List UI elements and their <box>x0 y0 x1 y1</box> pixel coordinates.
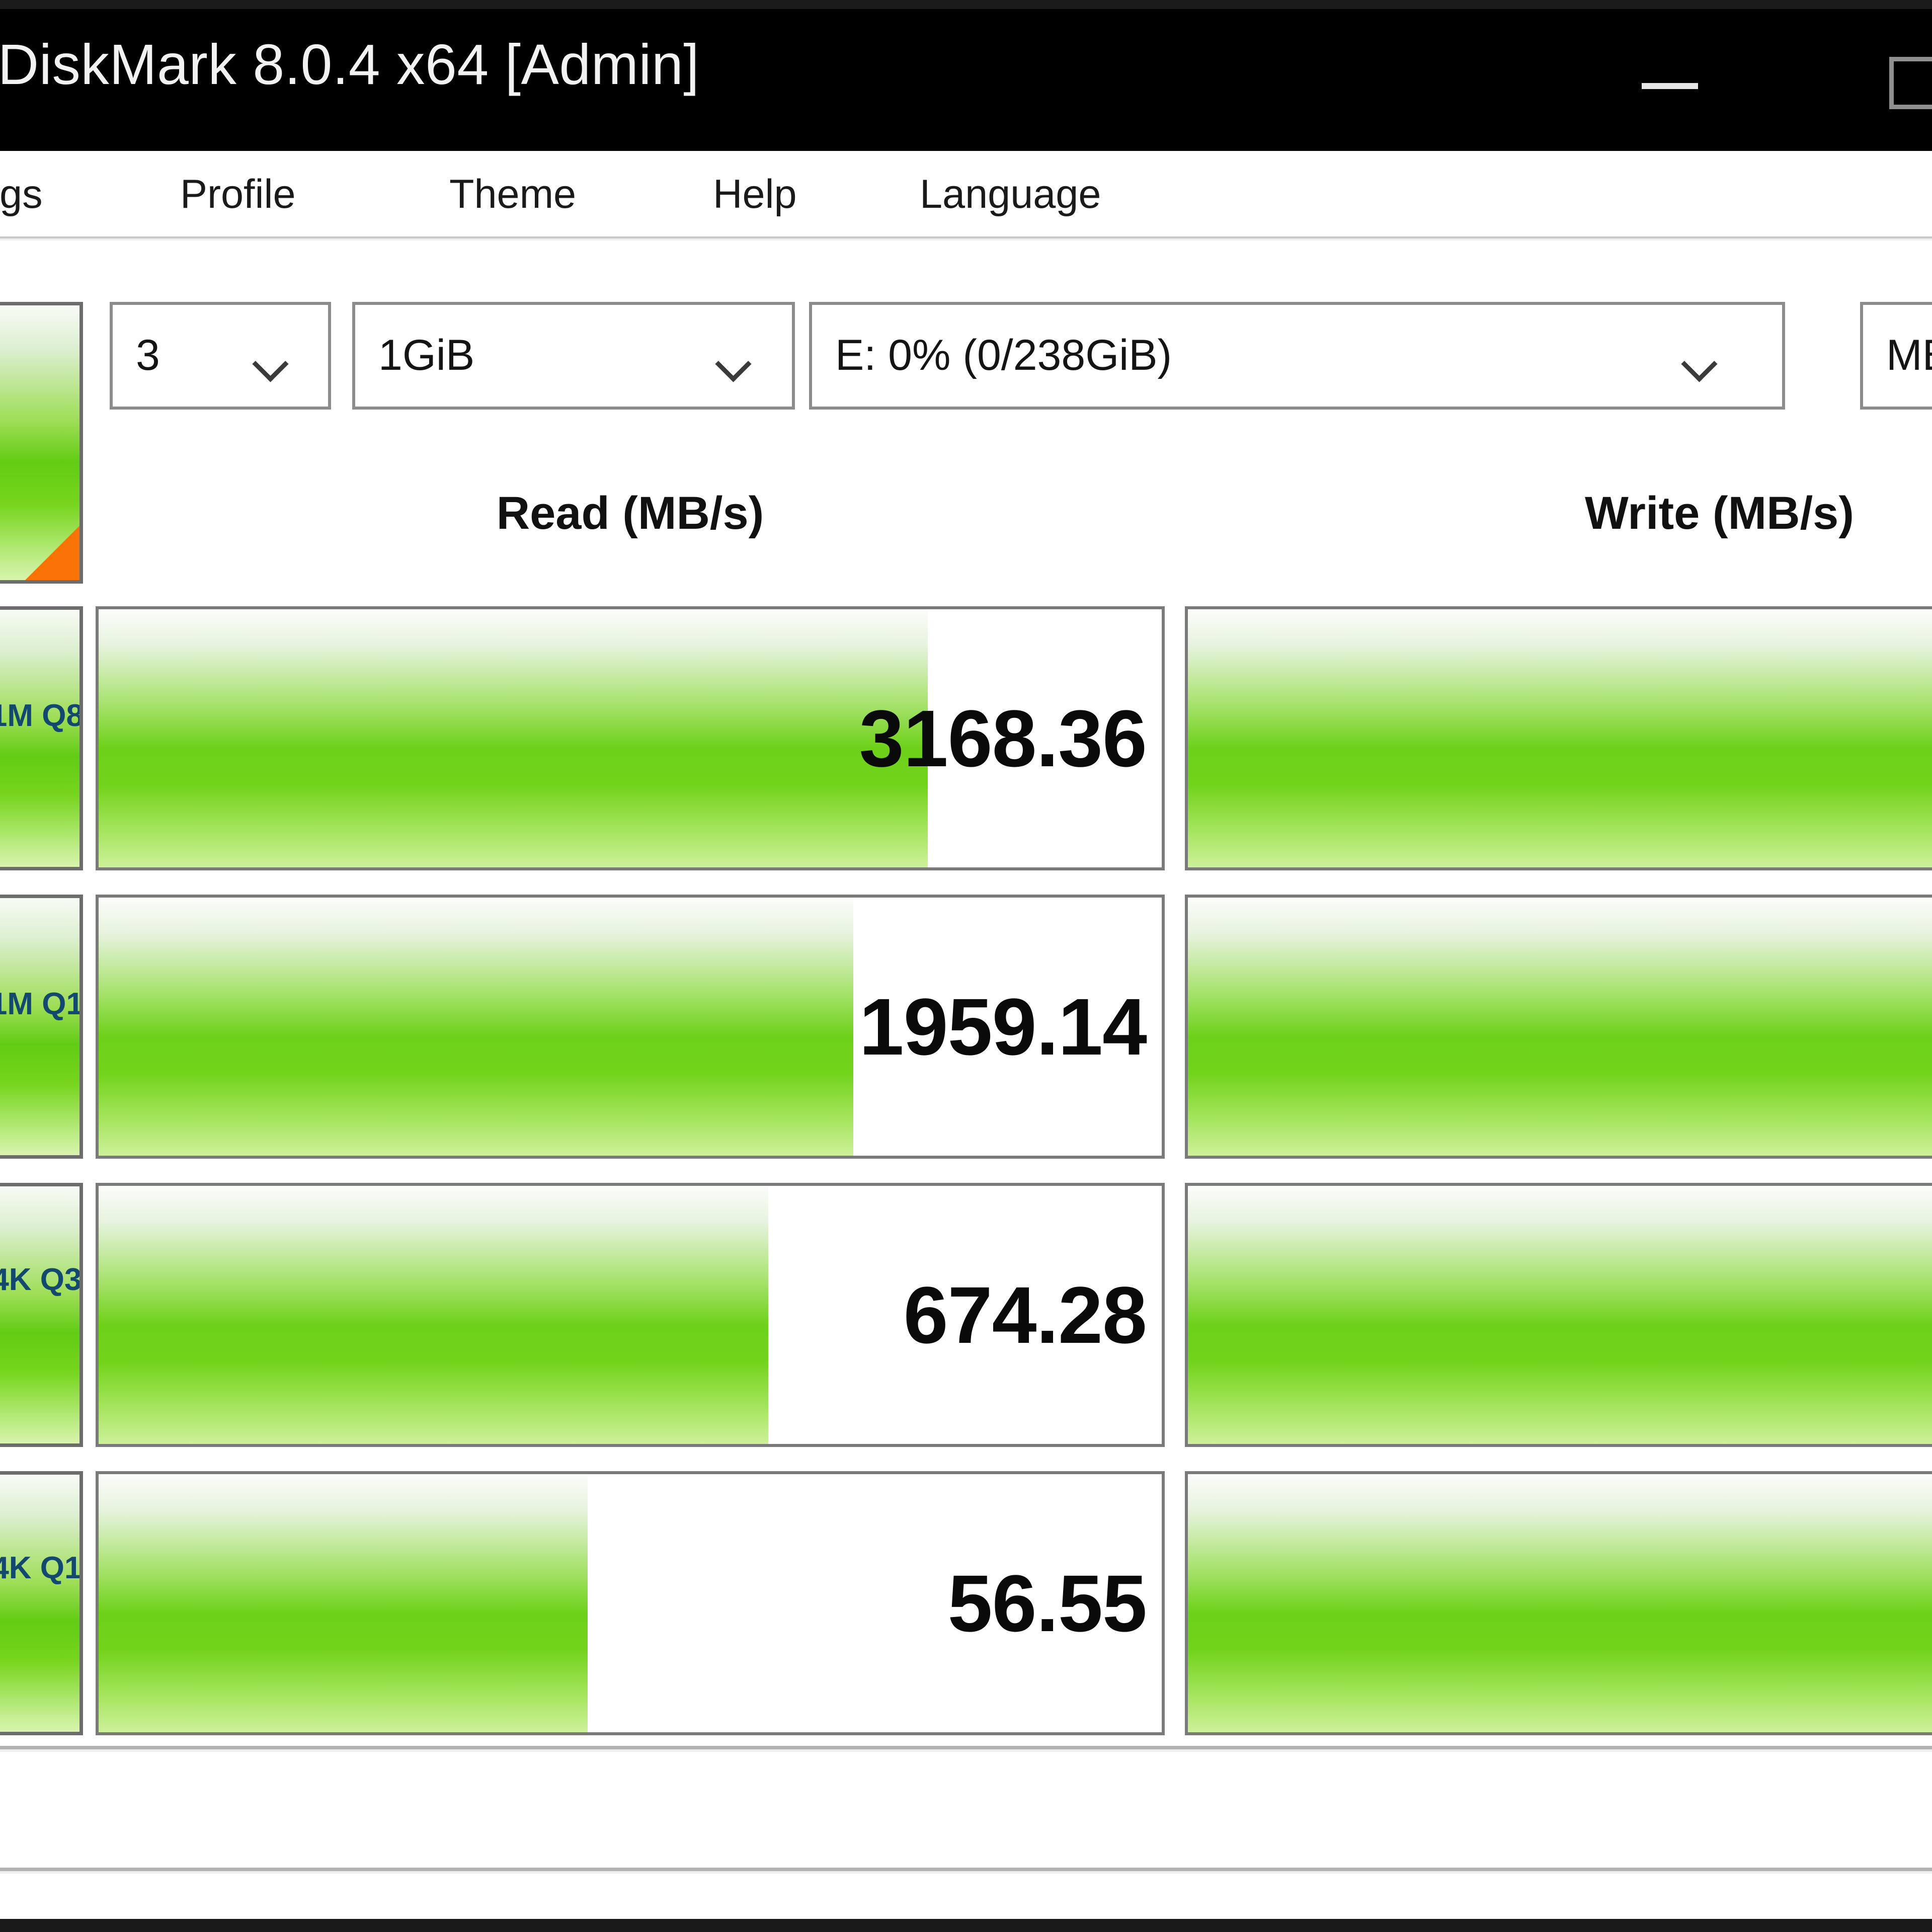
toolbar: 3 1GiB E: 0% (0/238GiB) MB/s <box>0 302 1932 423</box>
result-cell-read-rnd4k-q1t1: 56.55 <box>96 1471 1165 1735</box>
minimize-icon <box>1642 83 1698 89</box>
all-button-corner-marker <box>25 526 79 580</box>
crystaldiskmark-window: lDiskMark 8.0.4 x64 [Admin] ngs Profile … <box>0 0 1932 1932</box>
test-button-seq1m-q1t1[interactable]: SEQ1M Q1T1 <box>0 895 83 1159</box>
window-title: lDiskMark 8.0.4 x64 [Admin] <box>0 33 700 96</box>
result-bar <box>1188 609 1932 867</box>
result-bar <box>99 1186 769 1444</box>
comment-divider-bottom <box>0 1868 1932 1871</box>
result-cell-write-rnd4k-q32t16: 433 <box>1185 1183 1932 1447</box>
result-bar <box>1188 1186 1932 1444</box>
unit-value: MB/s <box>1886 331 1932 379</box>
result-value: 3168.36 <box>859 693 1147 783</box>
test-button-label: SEQ1M Q1T1 <box>0 987 83 1021</box>
result-bar <box>99 1474 588 1732</box>
menu-item-language[interactable]: Language <box>920 169 1101 219</box>
test-button-label: SEQ1M Q8T1 <box>0 698 83 733</box>
column-header-read: Read (MB/s) <box>496 488 764 539</box>
test-button-label: RND4K Q32T16 <box>0 1262 82 1297</box>
result-bar <box>99 898 854 1156</box>
chevron-down-icon <box>717 348 749 379</box>
maximize-button[interactable] <box>1884 0 1932 151</box>
test-count-value: 3 <box>136 331 160 379</box>
test-button-rnd4k-q1t1[interactable]: RND4K Q1T1 <box>0 1471 83 1735</box>
title-bar[interactable]: lDiskMark 8.0.4 x64 [Admin] <box>0 0 1932 151</box>
minimize-button[interactable] <box>1587 0 1753 151</box>
chevron-down-icon <box>255 348 286 379</box>
menu-bar-divider-highlight <box>0 238 1932 240</box>
result-value: 674.28 <box>903 1269 1147 1360</box>
status-bar <box>0 1919 1932 1932</box>
drive-select[interactable]: E: 0% (0/238GiB) <box>809 302 1785 410</box>
column-header-write: Write (MB/s) <box>1585 488 1854 539</box>
menu-bar: ngs Profile Theme Help Language <box>0 151 1932 240</box>
result-bar <box>1188 1474 1932 1732</box>
comment-divider-bottom-highlight <box>0 1871 1932 1874</box>
unit-select[interactable]: MB/s <box>1860 302 1932 410</box>
test-count-select[interactable]: 3 <box>110 302 331 410</box>
result-cell-write-rnd4k-q1t1: 215 <box>1185 1471 1932 1735</box>
result-cell-read-rnd4k-q32t16: 674.28 <box>96 1183 1165 1447</box>
result-cell-write-seq1m-q1t1: 2167 <box>1185 895 1932 1159</box>
test-button-label: RND4K Q1T1 <box>0 1551 82 1585</box>
comment-divider-top <box>0 1746 1932 1749</box>
result-bar <box>1188 898 1932 1156</box>
test-size-value: 1GiB <box>378 331 475 379</box>
result-cell-read-seq1m-q1t1: 1959.14 <box>96 895 1165 1159</box>
result-cell-read-seq1m-q8t1: 3168.36 <box>96 606 1165 870</box>
menu-item-help[interactable]: Help <box>713 169 797 219</box>
menu-item-profile[interactable]: Profile <box>180 169 296 219</box>
menu-item-theme[interactable]: Theme <box>449 169 576 219</box>
test-size-select[interactable]: 1GiB <box>352 302 795 410</box>
result-value: 56.55 <box>947 1558 1147 1648</box>
menu-item-settings[interactable]: ngs <box>0 169 43 219</box>
test-button-rnd4k-q32t16[interactable]: RND4K Q32T16 <box>0 1183 83 1447</box>
maximize-icon <box>1889 57 1932 109</box>
result-cell-write-seq1m-q8t1: 2170 <box>1185 606 1932 870</box>
test-button-seq1m-q8t1[interactable]: SEQ1M Q8T1 <box>0 606 83 870</box>
result-value: 1959.14 <box>859 981 1147 1072</box>
result-bar <box>99 609 928 867</box>
drive-value: E: 0% (0/238GiB) <box>835 331 1172 379</box>
chevron-down-icon <box>1683 348 1715 379</box>
comment-input[interactable] <box>0 1752 1932 1878</box>
